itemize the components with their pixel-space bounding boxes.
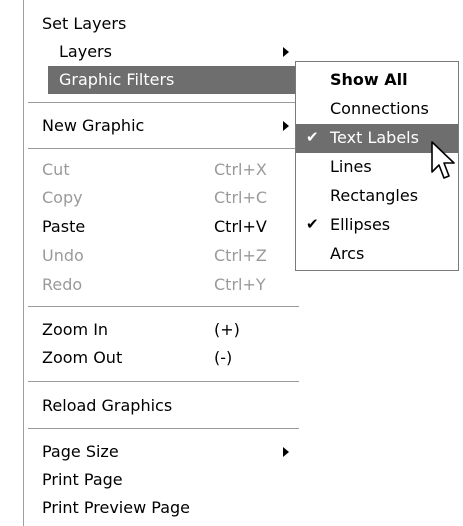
submenu-arrow-icon	[283, 447, 289, 457]
menu-item-label: Set Layers	[42, 14, 127, 33]
menu-item-layers[interactable]: Layers	[24, 38, 303, 66]
checkmark-icon: ✔	[306, 128, 319, 146]
menu-item-new-graphic[interactable]: New Graphic	[24, 112, 303, 140]
menu-separator	[28, 306, 299, 307]
menu-item-print-preview-page[interactable]: Print Preview Page	[24, 494, 303, 522]
menu-item-redo[interactable]: Redo Ctrl+Y	[24, 271, 303, 299]
menu-item-label: Paste	[42, 217, 86, 236]
menu-item-page-size[interactable]: Page Size	[24, 438, 303, 466]
menu-item-label: Redo	[42, 275, 83, 294]
menu-item-graphic-filters[interactable]: Graphic Filters	[48, 66, 321, 94]
context-menu: Set Layers Layers Graphic Filters New Gr…	[23, 0, 321, 526]
menu-item-cut[interactable]: Cut Ctrl+X	[24, 156, 303, 184]
submenu-arrow-icon	[283, 47, 289, 57]
submenu-arrow-icon	[283, 121, 289, 131]
submenu-item-connections[interactable]: Connections	[296, 95, 458, 124]
menu-item-label: Copy	[42, 188, 83, 207]
submenu-item-label: Show All	[330, 70, 408, 89]
menu-item-paste[interactable]: Paste Ctrl+V	[24, 213, 303, 241]
submenu-item-rectangles[interactable]: Rectangles	[296, 182, 458, 211]
menu-item-label: Page Size	[42, 442, 119, 461]
menu-separator	[28, 428, 299, 429]
submenu-item-label: Ellipses	[330, 215, 391, 234]
menu-item-label: Undo	[42, 246, 84, 265]
submenu-item-label: Connections	[330, 99, 429, 118]
menu-item-label: Zoom In	[42, 320, 109, 339]
mouse-pointer-icon	[431, 141, 455, 179]
submenu-item-show-all[interactable]: Show All	[296, 66, 458, 95]
shortcut-label: Ctrl+Y	[214, 275, 266, 294]
menu-item-zoom-in[interactable]: Zoom In (+)	[24, 316, 303, 344]
submenu-item-ellipses[interactable]: ✔ Ellipses	[296, 211, 458, 240]
menu-item-label: Layers	[59, 42, 112, 61]
submenu-item-label: Rectangles	[330, 186, 419, 205]
shortcut-label: Ctrl+X	[214, 160, 267, 179]
menu-item-label: Zoom Out	[42, 348, 123, 367]
menu-item-copy[interactable]: Copy Ctrl+C	[24, 184, 303, 212]
menu-item-zoom-out[interactable]: Zoom Out (-)	[24, 344, 303, 372]
shortcut-label: Ctrl+V	[214, 217, 267, 236]
shortcut-label: Ctrl+C	[214, 188, 268, 207]
checkmark-icon: ✔	[306, 215, 319, 233]
shortcut-label: Ctrl+Z	[214, 246, 267, 265]
shortcut-label: (+)	[214, 320, 240, 339]
submenu-item-arcs[interactable]: Arcs	[296, 240, 458, 269]
menu-item-label: Cut	[42, 160, 70, 179]
submenu-item-label: Lines	[330, 157, 372, 176]
menu-item-reload-graphics[interactable]: Reload Graphics	[24, 392, 303, 420]
menu-item-print-page[interactable]: Print Page	[24, 466, 303, 494]
shortcut-label: (-)	[214, 348, 233, 367]
menu-item-label: Graphic Filters	[59, 70, 175, 89]
menu-separator	[28, 381, 299, 382]
menu-item-set-layers[interactable]: Set Layers	[24, 10, 303, 38]
menu-item-label: Reload Graphics	[42, 396, 173, 415]
submenu-item-label: Text Labels	[330, 128, 419, 147]
submenu-item-label: Arcs	[330, 244, 365, 263]
menu-separator	[28, 148, 299, 149]
menu-item-label: New Graphic	[42, 116, 145, 135]
menu-item-undo[interactable]: Undo Ctrl+Z	[24, 242, 303, 270]
menu-separator	[28, 102, 299, 103]
menu-item-label: Print Preview Page	[42, 498, 190, 517]
menu-item-label: Print Page	[42, 470, 123, 489]
